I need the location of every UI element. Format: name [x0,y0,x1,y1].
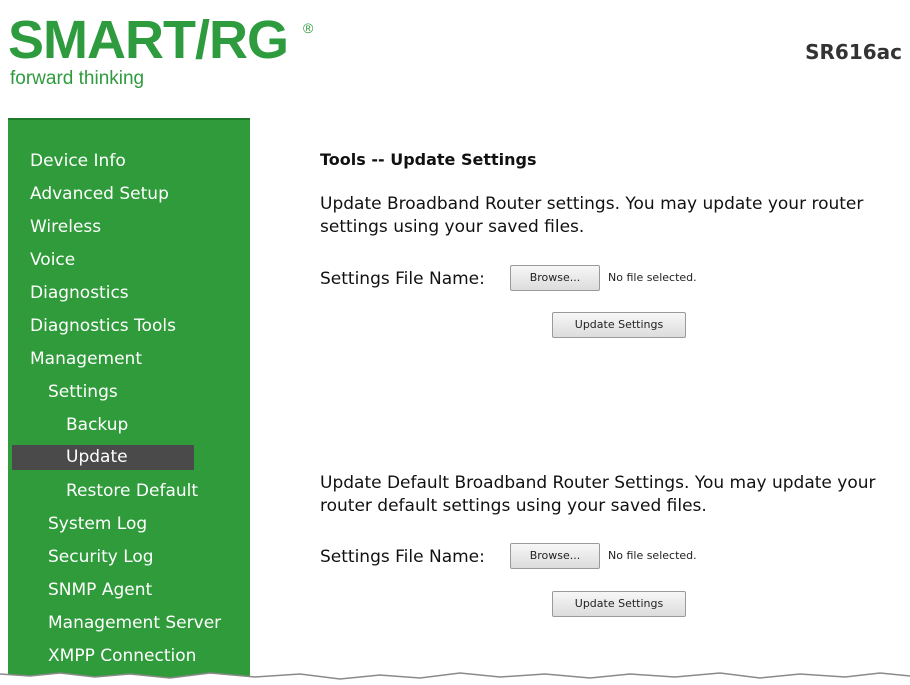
section2-file-label: Settings File Name: [320,547,485,567]
sidebar-nav: Device Info Advanced Setup Wireless Voic… [8,118,250,685]
section2-update-settings-button[interactable]: Update Settings [552,591,686,617]
registered-mark: ® [303,20,314,36]
section2-browse-button[interactable]: Browse... [510,543,600,569]
section1-description: Update Broadband Router settings. You ma… [320,194,864,237]
sidebar-item-security-log[interactable]: Security Log [48,546,154,568]
logo-wordmark: SMART/RG [8,10,289,70]
sidebar-item-system-log[interactable]: System Log [48,513,147,535]
router-admin-page: SMART/RG ® forward thinking SR616ac Devi… [0,0,910,685]
logo-tagline: forward thinking [10,68,145,89]
section1-update-settings-button[interactable]: Update Settings [552,312,686,338]
sidebar-item-xmpp-connection[interactable]: XMPP Connection [48,645,196,667]
smartrg-logo: SMART/RG ® forward thinking [8,8,338,103]
model-name: SR616ac [805,40,902,64]
sidebar-item-wireless[interactable]: Wireless [30,216,101,238]
sidebar-item-settings[interactable]: Settings [48,381,118,403]
page-title: Tools -- Update Settings [320,150,537,169]
sidebar-item-management[interactable]: Management [30,348,142,370]
section2-file-status: No file selected. [608,549,697,562]
sidebar-item-advanced-setup[interactable]: Advanced Setup [30,183,169,205]
section2-description: Update Default Broadband Router Settings… [320,473,876,516]
sidebar-item-diagnostics[interactable]: Diagnostics [30,282,129,304]
sidebar-item-voice[interactable]: Voice [30,249,75,271]
section1-file-label: Settings File Name: [320,269,485,289]
sidebar-item-backup[interactable]: Backup [66,414,128,436]
section1-browse-button[interactable]: Browse... [510,265,600,291]
torn-edge-decoration [0,672,910,685]
sidebar-item-diagnostics-tools[interactable]: Diagnostics Tools [30,315,176,337]
sidebar-item-snmp-agent[interactable]: SNMP Agent [48,579,152,601]
sidebar-item-update[interactable]: Update [12,445,194,470]
sidebar-item-device-info[interactable]: Device Info [30,150,126,172]
sidebar-item-restore-default[interactable]: Restore Default [66,480,198,502]
section1-file-status: No file selected. [608,271,697,284]
sidebar-item-management-server[interactable]: Management Server [48,612,221,634]
